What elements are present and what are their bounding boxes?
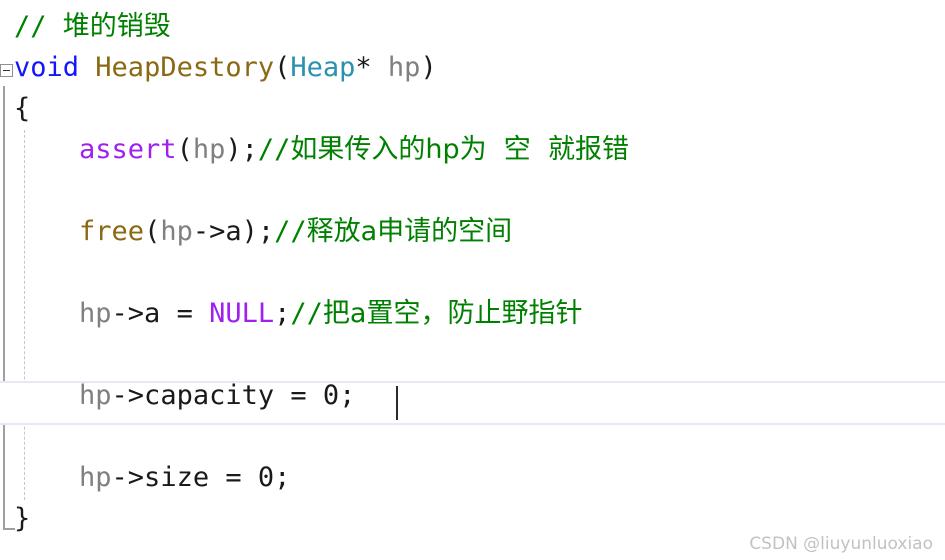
code-line[interactable] — [14, 333, 945, 377]
code-line[interactable]: free(hp->a);//释放a申请的空间 — [14, 210, 945, 254]
code-line[interactable] — [14, 169, 945, 213]
code-token-func: free — [79, 216, 145, 247]
code-token-var: hp — [387, 52, 421, 83]
code-token-plain: ( — [176, 134, 193, 165]
code-token-type: Heap — [290, 52, 356, 83]
code-token-plain: { — [14, 93, 31, 124]
code-line[interactable]: { — [14, 87, 945, 131]
code-token-plain: ->capacity = — [111, 380, 323, 411]
code-token-plain: ; — [274, 462, 291, 493]
code-line[interactable]: void HeapDestory(Heap* hp) — [14, 46, 945, 90]
code-token-macro: NULL — [209, 298, 275, 329]
code-token-var: hp — [79, 298, 112, 329]
code-token-plain: ); — [225, 134, 258, 165]
text-caret — [396, 386, 398, 420]
code-token-comment: // — [290, 298, 323, 329]
code-token-comment: 把a置空，防止野指针 — [322, 298, 583, 329]
code-token-plain: * — [355, 52, 388, 83]
code-token-keyword: void — [14, 52, 80, 83]
code-token-plain: ->size = — [111, 462, 258, 493]
code-token-comment: 堆的销毁 — [62, 11, 171, 42]
code-token-comment: // — [14, 11, 63, 42]
code-line[interactable]: // 堆的销毁 — [14, 5, 945, 49]
code-token-num: 0 — [257, 462, 275, 493]
code-token-num: 0 — [322, 380, 340, 411]
code-token-plain: ; — [339, 380, 356, 411]
code-token-var: hp — [79, 380, 112, 411]
code-token-plain: ( — [274, 52, 291, 83]
code-editor[interactable]: // 堆的销毁 void HeapDestory(Heap* hp){ asser… — [0, 0, 945, 560]
code-line[interactable]: hp->size = 0; — [14, 456, 945, 500]
code-token-plain: ; — [274, 298, 291, 329]
code-token-plain: ( — [144, 216, 161, 247]
code-line[interactable]: hp->a = NULL;//把a置空，防止野指针 — [14, 292, 945, 336]
code-token-macro: assert — [79, 134, 177, 165]
code-line[interactable] — [14, 251, 945, 295]
code-fold-bar — [3, 86, 5, 530]
code-token-plain: ->a); — [192, 216, 275, 247]
code-token-var: hp — [160, 216, 193, 247]
code-line[interactable]: hp->capacity = 0; — [14, 374, 945, 418]
code-token-plain: ) — [420, 52, 437, 83]
watermark-text: CSDN @liuyunluoxiao — [749, 534, 933, 554]
code-token-var: hp — [192, 134, 226, 165]
code-token-plain: ->a = — [111, 298, 210, 329]
code-token-comment: // — [274, 216, 307, 247]
code-token-comment: 如果传入的hp为 空 就报错 — [290, 134, 629, 165]
code-token-func: HeapDestory — [95, 52, 275, 83]
code-line[interactable]: assert(hp);//如果传入的hp为 空 就报错 — [14, 128, 945, 172]
code-token-comment: // — [257, 134, 291, 165]
code-line[interactable] — [14, 415, 945, 459]
code-token-comment: 释放a申请的空间 — [306, 216, 513, 247]
code-token-plain: } — [14, 503, 31, 534]
code-token-var: hp — [79, 462, 112, 493]
fold-collapse-icon[interactable] — [0, 64, 13, 77]
